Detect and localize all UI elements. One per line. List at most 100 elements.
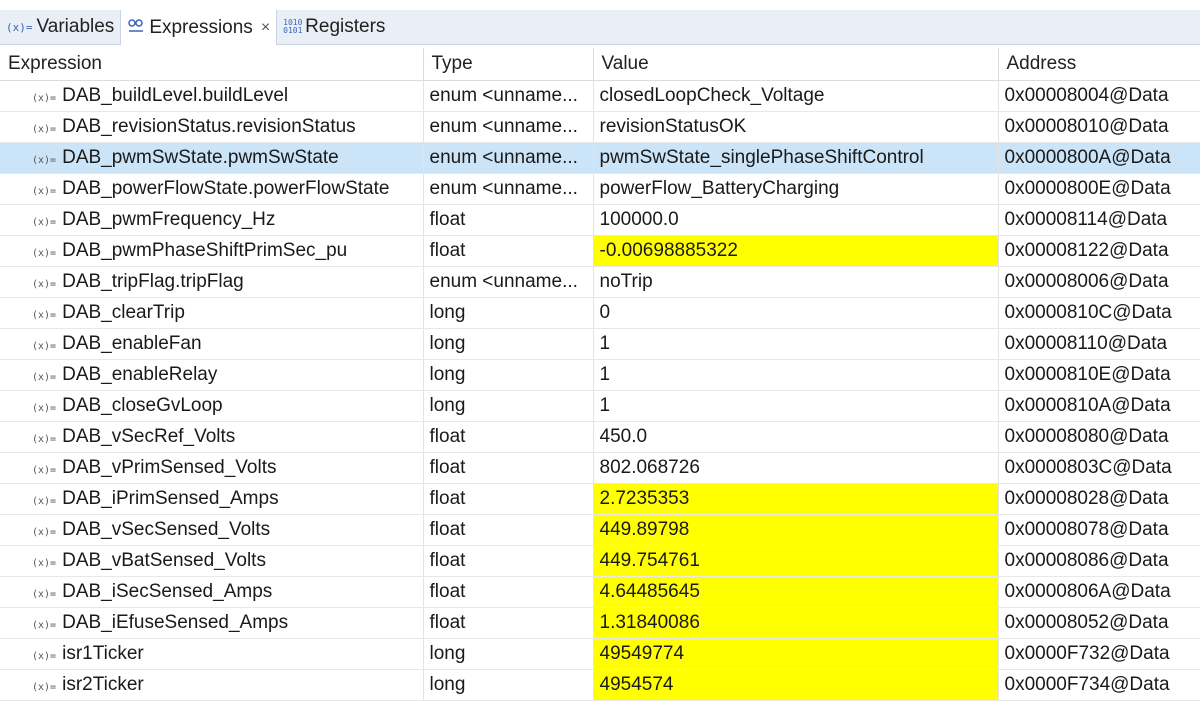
type-cell: float (423, 514, 594, 546)
expressions-icon (127, 18, 145, 37)
expression-name: DAB_iSecSensed_Amps (62, 581, 273, 602)
top-border (0, 0, 1200, 10)
expression-cell[interactable]: (x)= DAB_iSecSensed_Amps (0, 576, 424, 608)
variable-icon: (x)= (32, 527, 57, 538)
expression-cell[interactable]: (x)= DAB_pwmSwState.pwmSwState (0, 142, 424, 174)
variables-icon: (x)= (6, 20, 33, 34)
value-cell[interactable]: 0 (593, 297, 999, 329)
variable-icon: (x)= (32, 558, 57, 569)
value-cell[interactable]: -0.00698885322 (593, 235, 999, 267)
expression-name: DAB_pwmPhaseShiftPrimSec_pu (62, 240, 348, 261)
variable-icon: (x)= (32, 155, 57, 166)
table-row[interactable]: (x)= DAB_iEfuseSensed_Amps float 1.31840086… (0, 607, 1200, 639)
tab-expressions[interactable]: Expressions × (120, 10, 278, 45)
value-cell[interactable]: 802.068726 (593, 452, 999, 484)
table-row[interactable]: (x)= DAB_enableFan long 1 0x00008110@Data (0, 328, 1200, 360)
value-cell[interactable]: 1.31840086 (593, 607, 999, 639)
expression-cell[interactable]: (x)= DAB_iEfuseSensed_Amps (0, 607, 424, 639)
tab-variables[interactable]: (x)= Variables (0, 10, 120, 44)
expression-name: DAB_iPrimSensed_Amps (62, 488, 279, 509)
table-row[interactable]: (x)= DAB_pwmFrequency_Hz float 100000.0 0x00… (0, 204, 1200, 236)
value-cell[interactable]: 450.0 (593, 421, 999, 453)
expression-name: DAB_iEfuseSensed_Amps (62, 612, 289, 633)
tab-registers[interactable]: 1010 0101 Registers (277, 10, 391, 44)
value-cell[interactable]: powerFlow_BatteryCharging (593, 173, 999, 205)
value-cell[interactable]: 449.754761 (593, 545, 999, 577)
value-cell[interactable]: 1 (593, 359, 999, 391)
expression-cell[interactable]: (x)= DAB_tripFlag.tripFlag (0, 266, 424, 298)
expression-cell[interactable]: (x)= DAB_buildLevel.buildLevel (0, 80, 424, 112)
expression-cell[interactable]: (x)= DAB_pwmFrequency_Hz (0, 204, 424, 236)
table-row[interactable]: (x)= DAB_vSecRef_Volts float 450.0 0x0000808… (0, 421, 1200, 453)
expression-name: DAB_tripFlag.tripFlag (62, 271, 244, 292)
address-cell: 0x00008004@Data (998, 80, 1200, 112)
table-row[interactable]: (x)= DAB_tripFlag.tripFlag enum <unname...… (0, 266, 1200, 298)
table-row[interactable]: (x)= DAB_vPrimSensed_Volts float 802.068726… (0, 452, 1200, 484)
expression-name: DAB_vSecSensed_Volts (62, 519, 271, 540)
expression-name: DAB_buildLevel.buildLevel (62, 85, 289, 106)
expression-cell[interactable]: (x)= DAB_clearTrip (0, 297, 424, 329)
variable-icon: (x)= (32, 682, 57, 693)
expression-cell[interactable]: (x)= DAB_vPrimSensed_Volts (0, 452, 424, 484)
column-header-type[interactable]: Type (423, 48, 594, 81)
value-cell[interactable]: closedLoopCheck_Voltage (593, 80, 999, 112)
expression-name: DAB_closeGvLoop (62, 395, 223, 416)
expression-cell[interactable]: (x)= DAB_enableFan (0, 328, 424, 360)
table-row[interactable]: (x)= DAB_clearTrip long 0 0x0000810C@Data (0, 297, 1200, 329)
address-cell: 0x0000810E@Data (998, 359, 1200, 391)
table-row[interactable]: (x)= DAB_vSecSensed_Volts float 449.89798 0x… (0, 514, 1200, 546)
value-cell[interactable]: 49549774 (593, 638, 999, 670)
expression-cell[interactable]: (x)= DAB_revisionStatus.revisionStatus (0, 111, 424, 143)
table-row[interactable]: (x)= DAB_closeGvLoop long 1 0x0000810A@Data (0, 390, 1200, 422)
expression-name: DAB_clearTrip (62, 302, 185, 323)
column-header-value[interactable]: Value (593, 48, 999, 81)
expression-cell[interactable]: (x)= DAB_pwmPhaseShiftPrimSec_pu (0, 235, 424, 267)
variable-icon: (x)= (32, 248, 57, 259)
address-cell: 0x0000806A@Data (998, 576, 1200, 608)
type-cell: float (423, 576, 594, 608)
value-cell[interactable]: 4.64485645 (593, 576, 999, 608)
table-row[interactable]: (x)= isr2Ticker long 4954574 0x0000F734@Data (0, 669, 1200, 701)
column-header-address[interactable]: Address (998, 48, 1200, 81)
expression-cell[interactable]: (x)= isr1Ticker (0, 638, 424, 670)
expression-cell[interactable]: (x)= DAB_enableRelay (0, 359, 424, 391)
expression-name: DAB_enableRelay (62, 364, 218, 385)
close-icon[interactable]: × (261, 19, 270, 37)
table-row[interactable]: (x)= DAB_pwmSwState.pwmSwState enum <unnam… (0, 142, 1200, 174)
expression-cell[interactable]: (x)= DAB_vBatSensed_Volts (0, 545, 424, 577)
variable-icon: (x)= (32, 93, 57, 104)
type-cell: float (423, 204, 594, 236)
value-cell[interactable]: pwmSwState_singlePhaseShiftControl (593, 142, 999, 174)
table-row[interactable]: (x)= isr1Ticker long 49549774 0x0000F732@Dat… (0, 638, 1200, 670)
address-cell: 0x00008052@Data (998, 607, 1200, 639)
table-row[interactable]: (x)= DAB_revisionStatus.revisionStatus enu… (0, 111, 1200, 143)
expression-cell[interactable]: (x)= DAB_vSecRef_Volts (0, 421, 424, 453)
expression-cell[interactable]: (x)= DAB_vSecSensed_Volts (0, 514, 424, 546)
table-row[interactable]: (x)= DAB_buildLevel.buildLevel enum <unnam… (0, 80, 1200, 112)
expression-cell[interactable]: (x)= DAB_closeGvLoop (0, 390, 424, 422)
address-cell: 0x00008078@Data (998, 514, 1200, 546)
value-cell[interactable]: 1 (593, 390, 999, 422)
table-row[interactable]: (x)= DAB_iSecSensed_Amps float 4.64485645 0x… (0, 576, 1200, 608)
expression-cell[interactable]: (x)= DAB_iPrimSensed_Amps (0, 483, 424, 515)
address-cell: 0x0000800A@Data (998, 142, 1200, 174)
variable-icon: (x)= (32, 279, 57, 290)
table-row[interactable]: (x)= DAB_powerFlowState.powerFlowState enu… (0, 173, 1200, 205)
address-cell: 0x00008080@Data (998, 421, 1200, 453)
expression-cell[interactable]: (x)= isr2Ticker (0, 669, 424, 701)
value-cell[interactable]: 4954574 (593, 669, 999, 701)
address-cell: 0x00008006@Data (998, 266, 1200, 298)
table-row[interactable]: (x)= DAB_vBatSensed_Volts float 449.754761 0… (0, 545, 1200, 577)
table-row[interactable]: (x)= DAB_pwmPhaseShiftPrimSec_pu float -0.0… (0, 235, 1200, 267)
value-cell[interactable]: 1 (593, 328, 999, 360)
value-cell[interactable]: noTrip (593, 266, 999, 298)
expression-cell[interactable]: (x)= DAB_powerFlowState.powerFlowState (0, 173, 424, 205)
column-header-expression[interactable]: Expression (0, 48, 424, 81)
value-cell[interactable]: 100000.0 (593, 204, 999, 236)
table-row[interactable]: (x)= DAB_iPrimSensed_Amps float 2.7235353 0x… (0, 483, 1200, 515)
value-cell[interactable]: revisionStatusOK (593, 111, 999, 143)
value-cell[interactable]: 2.7235353 (593, 483, 999, 515)
table-row[interactable]: (x)= DAB_enableRelay long 1 0x0000810E@Data (0, 359, 1200, 391)
value-cell[interactable]: 449.89798 (593, 514, 999, 546)
variable-icon: (x)= (32, 310, 57, 321)
